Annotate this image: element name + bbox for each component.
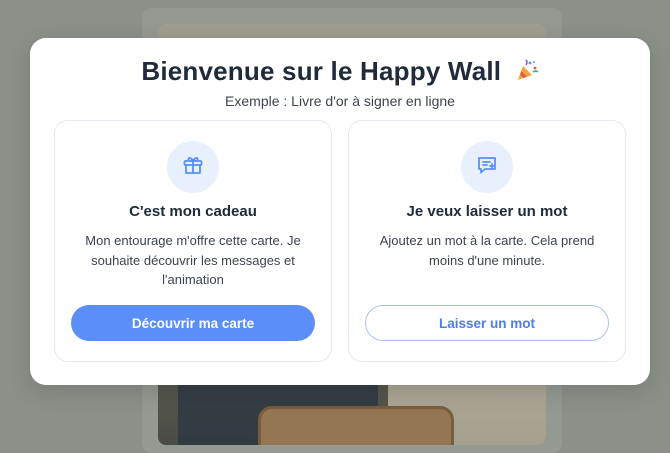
gift-option-card: C'est mon cadeau Mon entourage m'offre c… <box>54 120 332 362</box>
gift-card-title: C'est mon cadeau <box>129 203 257 220</box>
welcome-modal: Bienvenue sur le Happy Wall Exemple : Li… <box>30 38 650 385</box>
message-plus-icon <box>475 153 499 181</box>
leave-message-button[interactable]: Laisser un mot <box>365 305 609 341</box>
discover-card-button[interactable]: Découvrir ma carte <box>71 305 315 341</box>
leave-message-card-description: Ajoutez un mot à la carte. Cela prend mo… <box>379 233 595 268</box>
gift-card-description: Mon entourage m'offre cette carte. Je so… <box>85 233 301 287</box>
party-popper-icon <box>515 59 539 83</box>
modal-title-text: Bienvenue sur le Happy Wall <box>141 56 502 86</box>
modal-subtitle: Exemple : Livre d'or à signer en ligne <box>225 93 455 109</box>
leave-message-option-card: Je veux laisser un mot Ajoutez un mot à … <box>348 120 626 362</box>
gift-icon <box>181 153 205 181</box>
message-icon-badge <box>461 141 513 193</box>
gift-icon-badge <box>167 141 219 193</box>
leave-message-card-title: Je veux laisser un mot <box>406 203 568 220</box>
modal-title: Bienvenue sur le Happy Wall <box>30 56 650 87</box>
